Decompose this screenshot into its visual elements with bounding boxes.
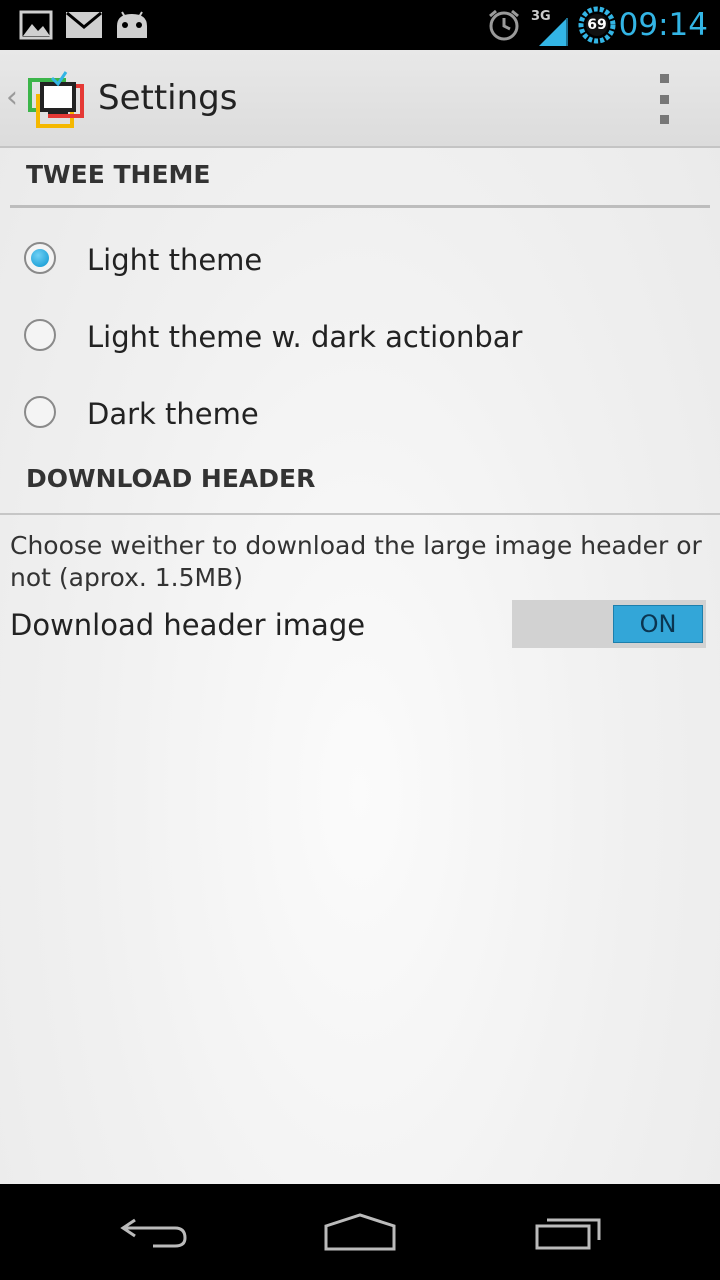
up-caret-icon[interactable]: ‹ [6, 80, 18, 115]
radio-option-light-dark-actionbar[interactable]: Light theme w. dark actionbar [0, 299, 720, 375]
theme-section-header: TWEE THEME [10, 160, 710, 208]
radio-option-light-theme[interactable]: Light theme [0, 222, 720, 298]
toggle-thumb[interactable]: ON [613, 605, 703, 643]
recent-apps-icon[interactable] [518, 1204, 618, 1260]
page-title: Settings [98, 78, 238, 118]
toggle-label: Download header image [10, 608, 366, 642]
home-icon[interactable] [310, 1204, 410, 1260]
alarm-icon [486, 0, 522, 50]
android-icon [112, 0, 152, 50]
clock: 09:14 [618, 7, 708, 43]
radio-button[interactable] [24, 396, 56, 428]
divider [0, 513, 720, 515]
navigation-bar [0, 1184, 720, 1280]
status-bar: 3G 69 09:14 [0, 0, 720, 50]
overflow-menu-icon[interactable] [644, 74, 684, 124]
radio-label: Light theme w. dark actionbar [87, 320, 523, 354]
back-icon[interactable] [104, 1204, 204, 1260]
radio-button[interactable] [24, 319, 56, 351]
radio-label: Dark theme [87, 397, 259, 431]
download-section-header: DOWNLOAD HEADER [26, 464, 316, 493]
tv-logo-icon[interactable] [28, 66, 88, 130]
radio-button[interactable] [24, 242, 56, 274]
radio-label: Light theme [87, 243, 263, 277]
gallery-icon [18, 0, 54, 50]
battery-level: 69 [587, 17, 607, 33]
download-header-toggle[interactable]: ON [512, 600, 706, 648]
download-description: Choose weither to download the large ima… [10, 531, 702, 592]
mail-icon [66, 0, 102, 50]
action-bar: ‹ Settings [0, 50, 720, 148]
radio-option-dark-theme[interactable]: Dark theme [0, 376, 720, 452]
signal-icon [536, 0, 570, 50]
